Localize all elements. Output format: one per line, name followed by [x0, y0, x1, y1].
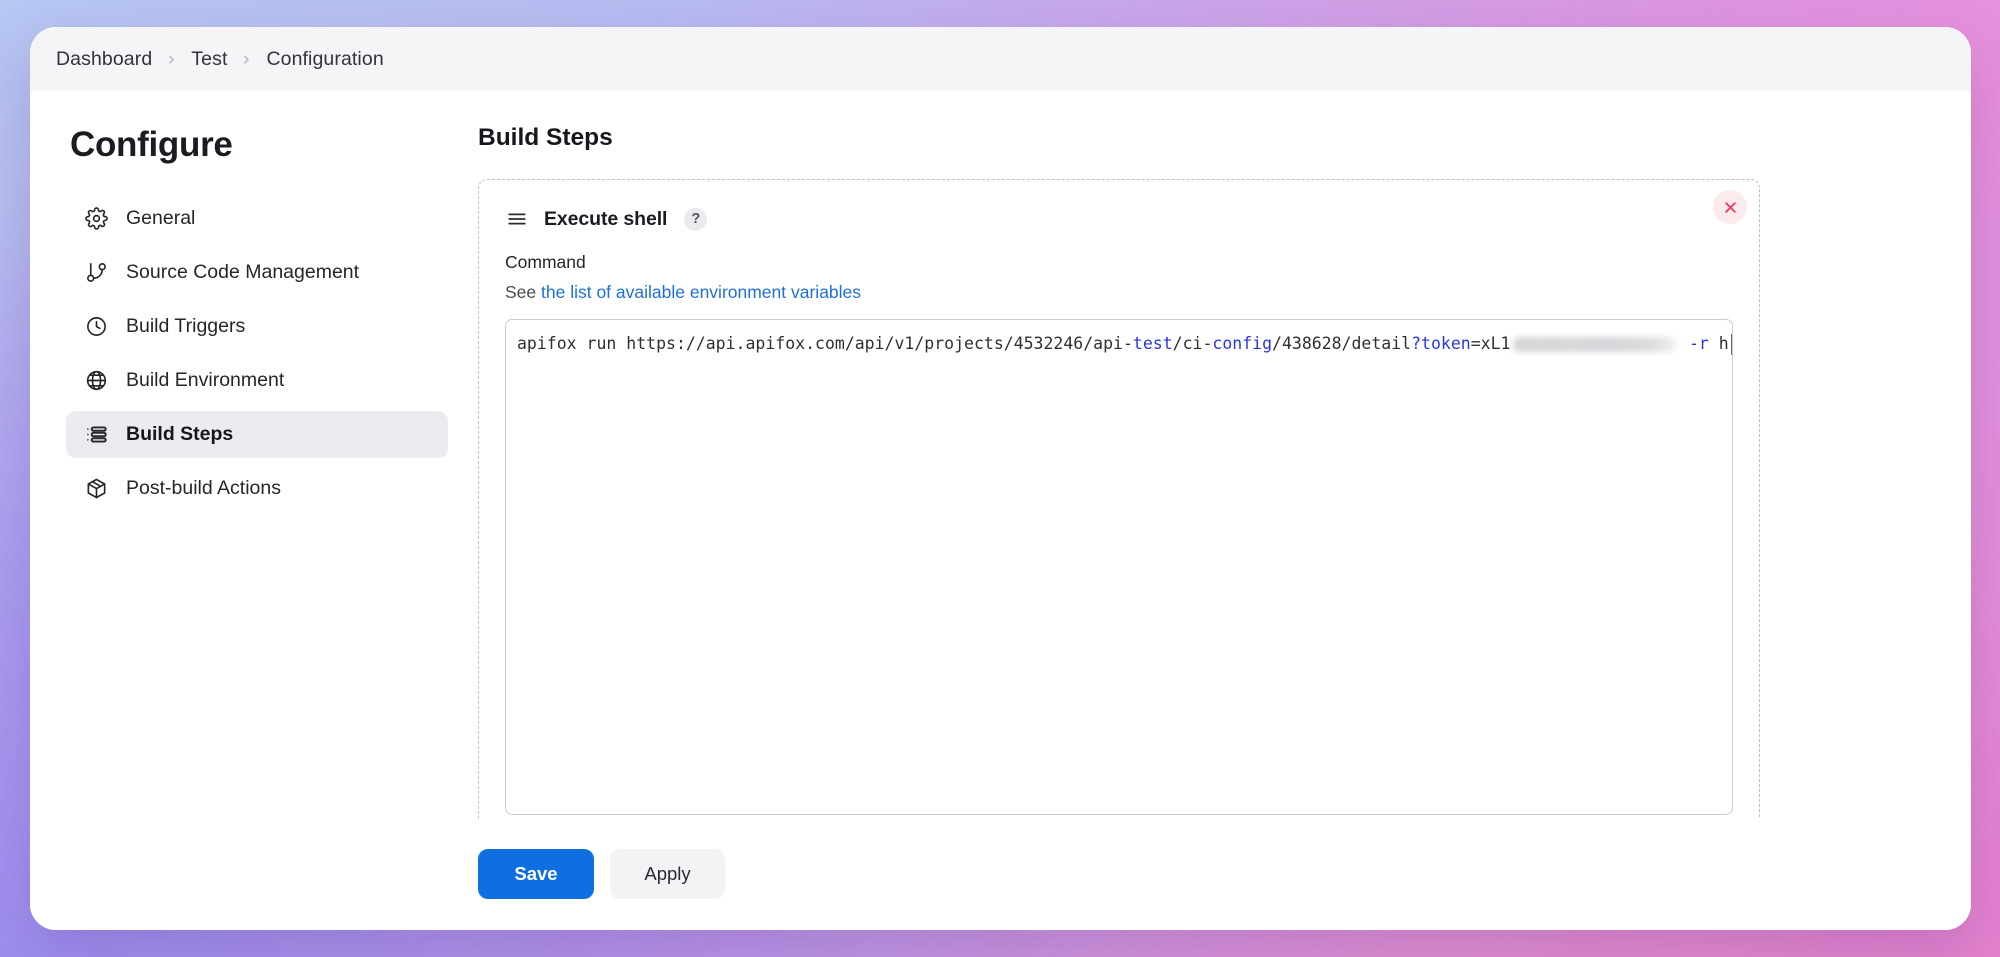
sidebar-item-general[interactable]: General [66, 195, 448, 242]
cmd-seg-keyword: ?token [1411, 334, 1471, 353]
help-icon[interactable]: ? [684, 207, 708, 231]
cmd-seg [1679, 333, 1689, 355]
breadcrumb-item-test[interactable]: Test [191, 48, 227, 71]
footer-actions: Save Apply [470, 818, 1971, 930]
cmd-seg-keyword: config [1212, 334, 1273, 353]
environment-variables-link[interactable]: the list of available environment variab… [541, 282, 861, 302]
redacted-token [1513, 336, 1677, 352]
cmd-seg: h [1708, 334, 1729, 353]
sidebar-item-label: Source Code Management [126, 261, 360, 283]
clock-icon [84, 314, 109, 339]
environment-variables-help: See the list of available environment va… [505, 282, 1733, 303]
cmd-seg-keyword: -r [1689, 334, 1709, 353]
breadcrumb-item-dashboard[interactable]: Dashboard [56, 48, 152, 71]
gear-icon [84, 206, 109, 231]
sidebar-item-label: Post-build Actions [126, 477, 282, 499]
globe-icon [84, 368, 109, 393]
apply-button[interactable]: Apply [610, 849, 725, 899]
sidebar-item-post-build-actions[interactable]: Post-build Actions [66, 465, 448, 512]
sidebar-item-label: Build Steps [126, 423, 234, 445]
main-content: Build Steps Execute shell ? Command See … [470, 91, 1971, 930]
sidebar-item-build-steps[interactable]: Build Steps [66, 411, 448, 458]
command-label: Command [505, 252, 586, 272]
sidebar-item-build-environment[interactable]: Build Environment [66, 357, 448, 404]
settings-nav: General Source Code Management Build Tri… [30, 195, 470, 512]
sidebar-item-label: General [126, 207, 196, 229]
main-scroll-area[interactable]: Build Steps Execute shell ? Command See … [470, 91, 1971, 818]
sidebar-item-label: Build Environment [126, 369, 285, 391]
chevron-right-icon [165, 52, 178, 66]
text-caret [1730, 333, 1732, 355]
build-step-header: Execute shell ? [505, 202, 1733, 236]
close-icon[interactable] [1713, 190, 1747, 224]
section-title: Build Steps [478, 124, 613, 151]
cmd-seg: /ci- [1172, 334, 1213, 353]
breadcrumb-item-configuration[interactable]: Configuration [266, 48, 383, 71]
page-title: Configure [70, 125, 233, 164]
chevron-right-icon [240, 52, 253, 66]
app-window: Dashboard Test Configuration Configure G… [30, 27, 1971, 930]
cmd-seg: /438628/detail [1272, 334, 1412, 353]
sidebar-item-label: Build Triggers [126, 315, 246, 337]
build-step-title: Execute shell [544, 207, 668, 230]
page-body: Configure General Source Code Management [30, 91, 1971, 930]
command-input[interactable]: apifox run https://api.apifox.com/api/v1… [505, 319, 1733, 815]
hamburger-drag-icon[interactable] [505, 207, 529, 231]
cmd-seg: apifox run https://api.apifox.com/api/v1… [517, 334, 1133, 353]
sidebar: Configure General Source Code Management [30, 91, 470, 930]
help-prefix: See [505, 282, 541, 302]
cmd-seg-keyword: test [1132, 334, 1173, 353]
save-button[interactable]: Save [478, 849, 594, 899]
sidebar-item-source-code-management[interactable]: Source Code Management [66, 249, 448, 296]
command-text-line: apifox run https://api.apifox.com/api/v1… [506, 320, 1732, 355]
cmd-seg: =xL1 [1470, 334, 1511, 353]
package-icon [84, 476, 109, 501]
breadcrumb: Dashboard Test Configuration [30, 27, 1971, 91]
git-branch-icon [84, 260, 109, 285]
build-step-card: Execute shell ? Command See the list of … [478, 179, 1760, 818]
list-icon [84, 422, 109, 447]
sidebar-item-build-triggers[interactable]: Build Triggers [66, 303, 448, 350]
